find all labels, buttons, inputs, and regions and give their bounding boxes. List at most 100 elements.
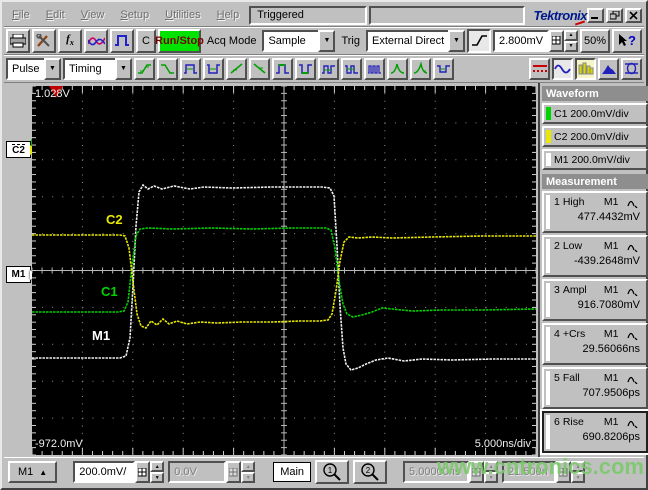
zoom1-button[interactable]: 1 bbox=[315, 460, 350, 484]
c2-ground-marker[interactable]: C2 bbox=[6, 139, 37, 158]
trig-level-field[interactable]: 2.800mV bbox=[493, 29, 549, 52]
measurement-panel-header: Measurement bbox=[542, 174, 648, 189]
waveform-view-button[interactable] bbox=[552, 57, 573, 80]
menu-utilities[interactable]: Utilities bbox=[157, 6, 208, 24]
measurement-pos-crossing[interactable]: 4 +Crs M1 29.56066ns bbox=[542, 323, 648, 365]
print-button[interactable] bbox=[6, 28, 30, 53]
timing-select[interactable]: Timing ▼ bbox=[63, 57, 132, 80]
meas-name: Fall bbox=[562, 372, 580, 384]
rise-edge-icon bbox=[138, 64, 151, 74]
restore-button[interactable] bbox=[606, 7, 623, 23]
rise-time-meas-button[interactable] bbox=[134, 57, 155, 80]
menu-help[interactable]: Help bbox=[209, 6, 248, 24]
meas-value: 29.56066ns bbox=[582, 343, 641, 355]
statistics-view-button[interactable] bbox=[598, 57, 619, 80]
channel-c1-button[interactable]: C1 200.0mV/div bbox=[542, 103, 648, 124]
c2-marker-label: C2 bbox=[12, 143, 25, 156]
cursor-mode-button[interactable] bbox=[529, 57, 550, 80]
trig-slope-button[interactable] bbox=[467, 28, 491, 53]
pulse-define-button[interactable] bbox=[110, 28, 134, 53]
menu-file[interactable]: File bbox=[4, 6, 38, 24]
keypad-icon[interactable] bbox=[135, 461, 151, 483]
keypad-icon[interactable] bbox=[226, 461, 242, 483]
measurement-rise[interactable]: 6 Rise M1 690.8206ps bbox=[542, 411, 648, 453]
measurement-high[interactable]: 1 High M1 477.4432mV bbox=[542, 191, 648, 233]
chevron-down-icon[interactable]: ▼ bbox=[448, 29, 465, 52]
pulse-peak-icon bbox=[627, 332, 638, 340]
waveform-database-button[interactable] bbox=[84, 28, 108, 53]
spin-down-icon[interactable]: ▼ bbox=[241, 472, 256, 483]
notch-pulse-icon bbox=[437, 65, 450, 73]
menu-bar: File Edit View Setup Utilities Help Trig… bbox=[4, 4, 644, 27]
c-button[interactable]: C bbox=[136, 28, 156, 53]
rising-edge-icon bbox=[471, 35, 487, 46]
high-button[interactable] bbox=[272, 57, 293, 80]
horizontal-mode-box[interactable]: Main bbox=[273, 462, 312, 482]
spin-up-icon[interactable]: ▲ bbox=[241, 461, 256, 472]
histogram-view-button[interactable] bbox=[575, 57, 596, 80]
m1-marker-label: M1 bbox=[11, 269, 26, 280]
pos-overshoot-button[interactable] bbox=[387, 57, 408, 80]
pos-slope-button[interactable] bbox=[226, 57, 247, 80]
toolbar-pulse: Pulse ▼ Timing ▼ bbox=[4, 55, 644, 83]
neg-width-button[interactable] bbox=[203, 57, 224, 80]
meas-stripe bbox=[546, 239, 550, 273]
keypad-icon[interactable] bbox=[549, 29, 564, 52]
c2-scale-label: C2 200.0mV/div bbox=[554, 130, 629, 143]
period-button[interactable] bbox=[318, 57, 339, 80]
context-help-button[interactable]: ? bbox=[612, 28, 642, 53]
low-button[interactable] bbox=[295, 57, 316, 80]
active-channel-button[interactable]: M1 ▲ bbox=[8, 461, 58, 483]
eye-diagram-icon bbox=[625, 62, 638, 75]
frequency-button[interactable] bbox=[341, 57, 362, 80]
menu-edit[interactable]: Edit bbox=[38, 6, 73, 24]
zoom2-button[interactable]: 2 bbox=[353, 460, 388, 484]
pulse-select[interactable]: Pulse ▼ bbox=[6, 57, 61, 80]
neg-slope-button[interactable] bbox=[249, 57, 270, 80]
measurement-fall[interactable]: 5 Fall M1 707.9506ps bbox=[542, 367, 648, 409]
undershoot-button[interactable] bbox=[433, 57, 454, 80]
menu-setup[interactable]: Setup bbox=[112, 6, 157, 24]
fall-slope-icon bbox=[253, 63, 266, 74]
pulse-icon bbox=[115, 35, 129, 46]
neg-overshoot-button[interactable] bbox=[410, 57, 431, 80]
close-button[interactable] bbox=[625, 7, 642, 23]
timing-value: Timing bbox=[63, 57, 115, 80]
eye-diagram-button[interactable] bbox=[621, 57, 642, 80]
sine-wave-icon bbox=[554, 64, 571, 74]
spin-up-icon[interactable]: ▲ bbox=[564, 29, 578, 41]
window-controls bbox=[587, 7, 644, 23]
math-fx-button[interactable]: fx bbox=[58, 28, 82, 53]
measurement-ampl[interactable]: 3 Ampl M1 916.7080mV bbox=[542, 279, 648, 321]
fall-edge-icon bbox=[161, 64, 174, 74]
spin-down-icon[interactable]: ▼ bbox=[564, 40, 578, 52]
cursor-lines-icon bbox=[532, 65, 547, 72]
printer-icon bbox=[10, 33, 26, 47]
tools-button[interactable] bbox=[32, 28, 56, 53]
trig-source-select[interactable]: External Direct ▼ bbox=[366, 29, 465, 52]
trig-level-50pct-button[interactable]: 50% bbox=[580, 28, 610, 53]
chevron-down-icon[interactable]: ▼ bbox=[115, 57, 132, 80]
channel-m1-button[interactable]: M1 200.0mV/div bbox=[542, 149, 648, 170]
vertical-scale-field[interactable]: 200.0mV/ bbox=[73, 461, 136, 483]
meas-num: 2 bbox=[554, 240, 560, 252]
run-stop-button[interactable]: Run/Stop bbox=[155, 28, 204, 53]
acq-mode-select[interactable]: Sample ▼ bbox=[262, 29, 336, 52]
pos-width-button[interactable] bbox=[180, 57, 201, 80]
spin-up-icon[interactable]: ▲ bbox=[150, 461, 165, 472]
fall-time-meas-button[interactable] bbox=[157, 57, 178, 80]
chevron-down-icon[interactable]: ▼ bbox=[318, 29, 336, 52]
timebase-label: 5.000ns/div bbox=[474, 438, 531, 450]
menu-view[interactable]: View bbox=[73, 6, 113, 24]
burst-button[interactable] bbox=[364, 57, 385, 80]
measurement-low[interactable]: 2 Low M1 -439.2648mV bbox=[542, 235, 648, 277]
vertical-offset-field[interactable]: 0.0V bbox=[168, 461, 227, 483]
spin-down-icon[interactable]: ▼ bbox=[150, 472, 165, 483]
channel-c2-button[interactable]: C2 200.0mV/div bbox=[542, 126, 648, 147]
meas-name: +Crs bbox=[562, 328, 586, 340]
chevron-down-icon[interactable]: ▼ bbox=[44, 57, 61, 80]
m1-ground-marker[interactable]: M1 bbox=[6, 266, 37, 283]
minimize-button[interactable] bbox=[587, 7, 604, 23]
watermark: www.cntronics.com bbox=[436, 454, 644, 479]
pulse-value: Pulse bbox=[6, 57, 44, 80]
